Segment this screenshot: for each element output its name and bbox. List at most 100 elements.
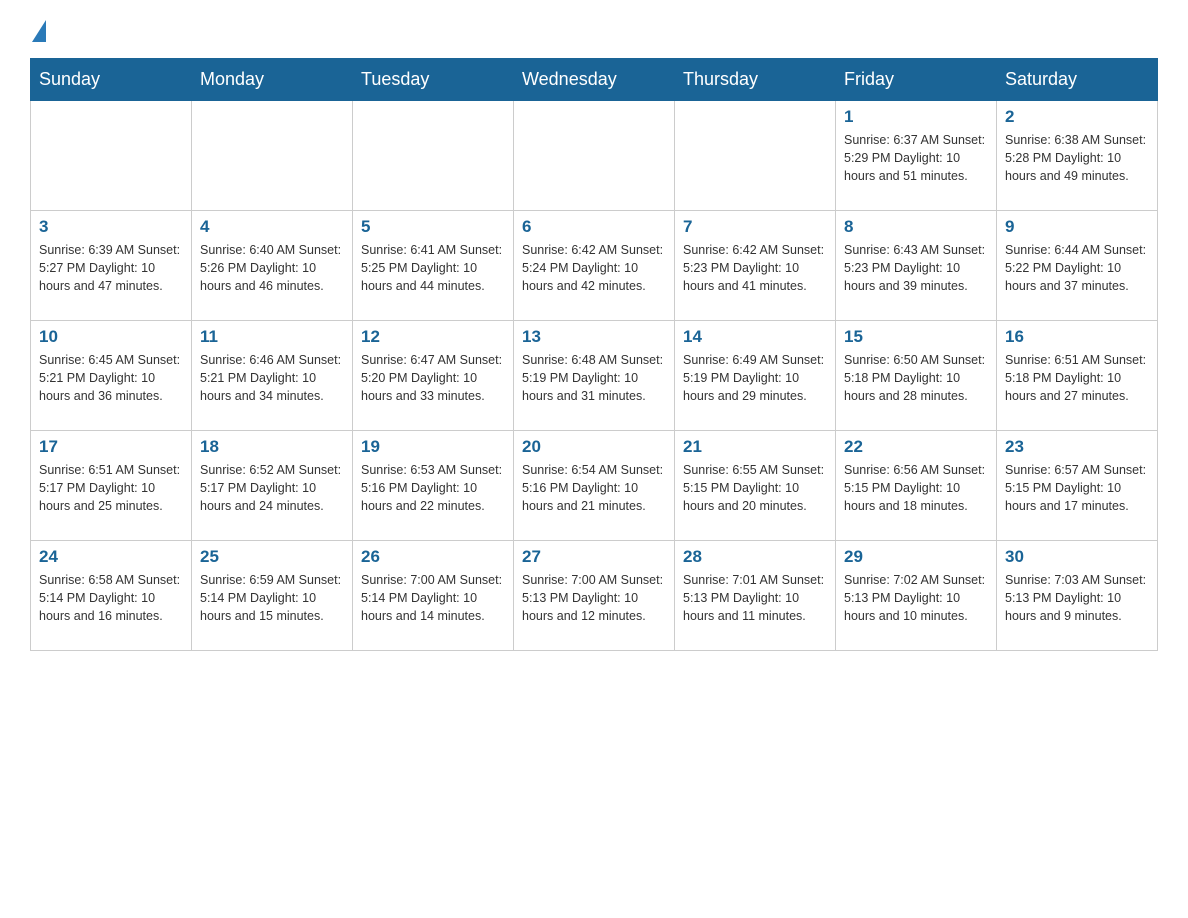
calendar-cell: 29 Sunrise: 7:02 AM Sunset: 5:13 PM Dayli… bbox=[836, 541, 997, 651]
page-header bbox=[30, 20, 1158, 40]
calendar-cell: 28 Sunrise: 7:01 AM Sunset: 5:13 PM Dayli… bbox=[675, 541, 836, 651]
day-number: 19 bbox=[361, 437, 505, 457]
day-info: Sunrise: 6:40 AM Sunset: 5:26 PM Dayligh… bbox=[200, 241, 344, 295]
day-info: Sunrise: 6:52 AM Sunset: 5:17 PM Dayligh… bbox=[200, 461, 344, 515]
calendar-week-3: 10 Sunrise: 6:45 AM Sunset: 5:21 PM Dayli… bbox=[31, 321, 1158, 431]
calendar-cell bbox=[514, 101, 675, 211]
calendar-cell: 13Sunrise: 6:48 AM Sunset: 5:19 PM Dayli… bbox=[514, 321, 675, 431]
day-info: Sunrise: 6:59 AM Sunset: 5:14 PM Dayligh… bbox=[200, 571, 344, 625]
day-info: Sunrise: 6:53 AM Sunset: 5:16 PM Dayligh… bbox=[361, 461, 505, 515]
day-info: Sunrise: 7:00 AM Sunset: 5:14 PM Dayligh… bbox=[361, 571, 505, 625]
calendar-table: SundayMondayTuesdayWednesdayThursdayFrid… bbox=[30, 58, 1158, 651]
day-number: 16 bbox=[1005, 327, 1149, 347]
calendar-cell: 18Sunrise: 6:52 AM Sunset: 5:17 PM Dayli… bbox=[192, 431, 353, 541]
calendar-cell: 20 Sunrise: 6:54 AM Sunset: 5:16 PM Dayli… bbox=[514, 431, 675, 541]
day-number: 13 bbox=[522, 327, 666, 347]
weekday-header-thursday: Thursday bbox=[675, 59, 836, 101]
calendar-body: 1 Sunrise: 6:37 AM Sunset: 5:29 PM Daylig… bbox=[31, 101, 1158, 651]
calendar-week-1: 1 Sunrise: 6:37 AM Sunset: 5:29 PM Daylig… bbox=[31, 101, 1158, 211]
day-info: Sunrise: 6:51 AM Sunset: 5:17 PM Dayligh… bbox=[39, 461, 183, 515]
day-info: Sunrise: 6:49 AM Sunset: 5:19 PM Dayligh… bbox=[683, 351, 827, 405]
weekday-header-wednesday: Wednesday bbox=[514, 59, 675, 101]
day-info: Sunrise: 7:03 AM Sunset: 5:13 PM Dayligh… bbox=[1005, 571, 1149, 625]
calendar-cell: 10 Sunrise: 6:45 AM Sunset: 5:21 PM Dayli… bbox=[31, 321, 192, 431]
calendar-cell: 25 Sunrise: 6:59 AM Sunset: 5:14 PM Dayli… bbox=[192, 541, 353, 651]
day-number: 2 bbox=[1005, 107, 1149, 127]
calendar-cell: 15 Sunrise: 6:50 AM Sunset: 5:18 PM Dayli… bbox=[836, 321, 997, 431]
day-info: Sunrise: 6:42 AM Sunset: 5:24 PM Dayligh… bbox=[522, 241, 666, 295]
weekday-header-monday: Monday bbox=[192, 59, 353, 101]
day-info: Sunrise: 7:02 AM Sunset: 5:13 PM Dayligh… bbox=[844, 571, 988, 625]
day-info: Sunrise: 7:01 AM Sunset: 5:13 PM Dayligh… bbox=[683, 571, 827, 625]
day-number: 7 bbox=[683, 217, 827, 237]
day-info: Sunrise: 6:50 AM Sunset: 5:18 PM Dayligh… bbox=[844, 351, 988, 405]
calendar-cell: 9 Sunrise: 6:44 AM Sunset: 5:22 PM Daylig… bbox=[997, 211, 1158, 321]
calendar-week-5: 24Sunrise: 6:58 AM Sunset: 5:14 PM Dayli… bbox=[31, 541, 1158, 651]
day-info: Sunrise: 6:44 AM Sunset: 5:22 PM Dayligh… bbox=[1005, 241, 1149, 295]
day-number: 26 bbox=[361, 547, 505, 567]
day-number: 20 bbox=[522, 437, 666, 457]
calendar-cell: 21 Sunrise: 6:55 AM Sunset: 5:15 PM Dayli… bbox=[675, 431, 836, 541]
day-number: 10 bbox=[39, 327, 183, 347]
day-info: Sunrise: 6:54 AM Sunset: 5:16 PM Dayligh… bbox=[522, 461, 666, 515]
day-number: 29 bbox=[844, 547, 988, 567]
calendar-cell: 26 Sunrise: 7:00 AM Sunset: 5:14 PM Dayli… bbox=[353, 541, 514, 651]
calendar-cell bbox=[353, 101, 514, 211]
logo-triangle-icon bbox=[32, 20, 46, 42]
calendar-cell: 23Sunrise: 6:57 AM Sunset: 5:15 PM Dayli… bbox=[997, 431, 1158, 541]
calendar-cell: 19 Sunrise: 6:53 AM Sunset: 5:16 PM Dayli… bbox=[353, 431, 514, 541]
day-info: Sunrise: 6:42 AM Sunset: 5:23 PM Dayligh… bbox=[683, 241, 827, 295]
day-number: 1 bbox=[844, 107, 988, 127]
calendar-cell: 3Sunrise: 6:39 AM Sunset: 5:27 PM Daylig… bbox=[31, 211, 192, 321]
calendar-cell: 12Sunrise: 6:47 AM Sunset: 5:20 PM Dayli… bbox=[353, 321, 514, 431]
calendar-cell: 14 Sunrise: 6:49 AM Sunset: 5:19 PM Dayli… bbox=[675, 321, 836, 431]
calendar-cell: 27 Sunrise: 7:00 AM Sunset: 5:13 PM Dayli… bbox=[514, 541, 675, 651]
day-info: Sunrise: 6:56 AM Sunset: 5:15 PM Dayligh… bbox=[844, 461, 988, 515]
calendar-cell: 5 Sunrise: 6:41 AM Sunset: 5:25 PM Daylig… bbox=[353, 211, 514, 321]
day-info: Sunrise: 6:47 AM Sunset: 5:20 PM Dayligh… bbox=[361, 351, 505, 405]
calendar-cell: 17Sunrise: 6:51 AM Sunset: 5:17 PM Dayli… bbox=[31, 431, 192, 541]
calendar-cell: 1 Sunrise: 6:37 AM Sunset: 5:29 PM Daylig… bbox=[836, 101, 997, 211]
day-number: 21 bbox=[683, 437, 827, 457]
logo bbox=[30, 20, 46, 40]
day-info: Sunrise: 6:38 AM Sunset: 5:28 PM Dayligh… bbox=[1005, 131, 1149, 185]
calendar-cell bbox=[675, 101, 836, 211]
calendar-week-4: 17Sunrise: 6:51 AM Sunset: 5:17 PM Dayli… bbox=[31, 431, 1158, 541]
day-number: 8 bbox=[844, 217, 988, 237]
calendar-cell: 8 Sunrise: 6:43 AM Sunset: 5:23 PM Daylig… bbox=[836, 211, 997, 321]
day-number: 4 bbox=[200, 217, 344, 237]
calendar-cell: 4 Sunrise: 6:40 AM Sunset: 5:26 PM Daylig… bbox=[192, 211, 353, 321]
day-number: 11 bbox=[200, 327, 344, 347]
day-number: 15 bbox=[844, 327, 988, 347]
day-number: 14 bbox=[683, 327, 827, 347]
day-number: 22 bbox=[844, 437, 988, 457]
day-info: Sunrise: 6:45 AM Sunset: 5:21 PM Dayligh… bbox=[39, 351, 183, 405]
weekday-header-tuesday: Tuesday bbox=[353, 59, 514, 101]
day-info: Sunrise: 6:43 AM Sunset: 5:23 PM Dayligh… bbox=[844, 241, 988, 295]
day-info: Sunrise: 6:51 AM Sunset: 5:18 PM Dayligh… bbox=[1005, 351, 1149, 405]
weekday-header-sunday: Sunday bbox=[31, 59, 192, 101]
calendar-header: SundayMondayTuesdayWednesdayThursdayFrid… bbox=[31, 59, 1158, 101]
calendar-cell bbox=[192, 101, 353, 211]
calendar-cell bbox=[31, 101, 192, 211]
calendar-cell: 24Sunrise: 6:58 AM Sunset: 5:14 PM Dayli… bbox=[31, 541, 192, 651]
day-number: 25 bbox=[200, 547, 344, 567]
day-number: 9 bbox=[1005, 217, 1149, 237]
day-number: 23 bbox=[1005, 437, 1149, 457]
day-number: 28 bbox=[683, 547, 827, 567]
day-number: 5 bbox=[361, 217, 505, 237]
calendar-cell: 16 Sunrise: 6:51 AM Sunset: 5:18 PM Dayli… bbox=[997, 321, 1158, 431]
day-info: Sunrise: 6:41 AM Sunset: 5:25 PM Dayligh… bbox=[361, 241, 505, 295]
calendar-cell: 6 Sunrise: 6:42 AM Sunset: 5:24 PM Daylig… bbox=[514, 211, 675, 321]
weekday-header-row: SundayMondayTuesdayWednesdayThursdayFrid… bbox=[31, 59, 1158, 101]
calendar-cell: 7 Sunrise: 6:42 AM Sunset: 5:23 PM Daylig… bbox=[675, 211, 836, 321]
day-info: Sunrise: 6:46 AM Sunset: 5:21 PM Dayligh… bbox=[200, 351, 344, 405]
day-info: Sunrise: 6:55 AM Sunset: 5:15 PM Dayligh… bbox=[683, 461, 827, 515]
day-info: Sunrise: 6:37 AM Sunset: 5:29 PM Dayligh… bbox=[844, 131, 988, 185]
day-info: Sunrise: 7:00 AM Sunset: 5:13 PM Dayligh… bbox=[522, 571, 666, 625]
day-number: 27 bbox=[522, 547, 666, 567]
calendar-cell: 11 Sunrise: 6:46 AM Sunset: 5:21 PM Dayli… bbox=[192, 321, 353, 431]
day-number: 6 bbox=[522, 217, 666, 237]
calendar-week-2: 3Sunrise: 6:39 AM Sunset: 5:27 PM Daylig… bbox=[31, 211, 1158, 321]
day-number: 3 bbox=[39, 217, 183, 237]
